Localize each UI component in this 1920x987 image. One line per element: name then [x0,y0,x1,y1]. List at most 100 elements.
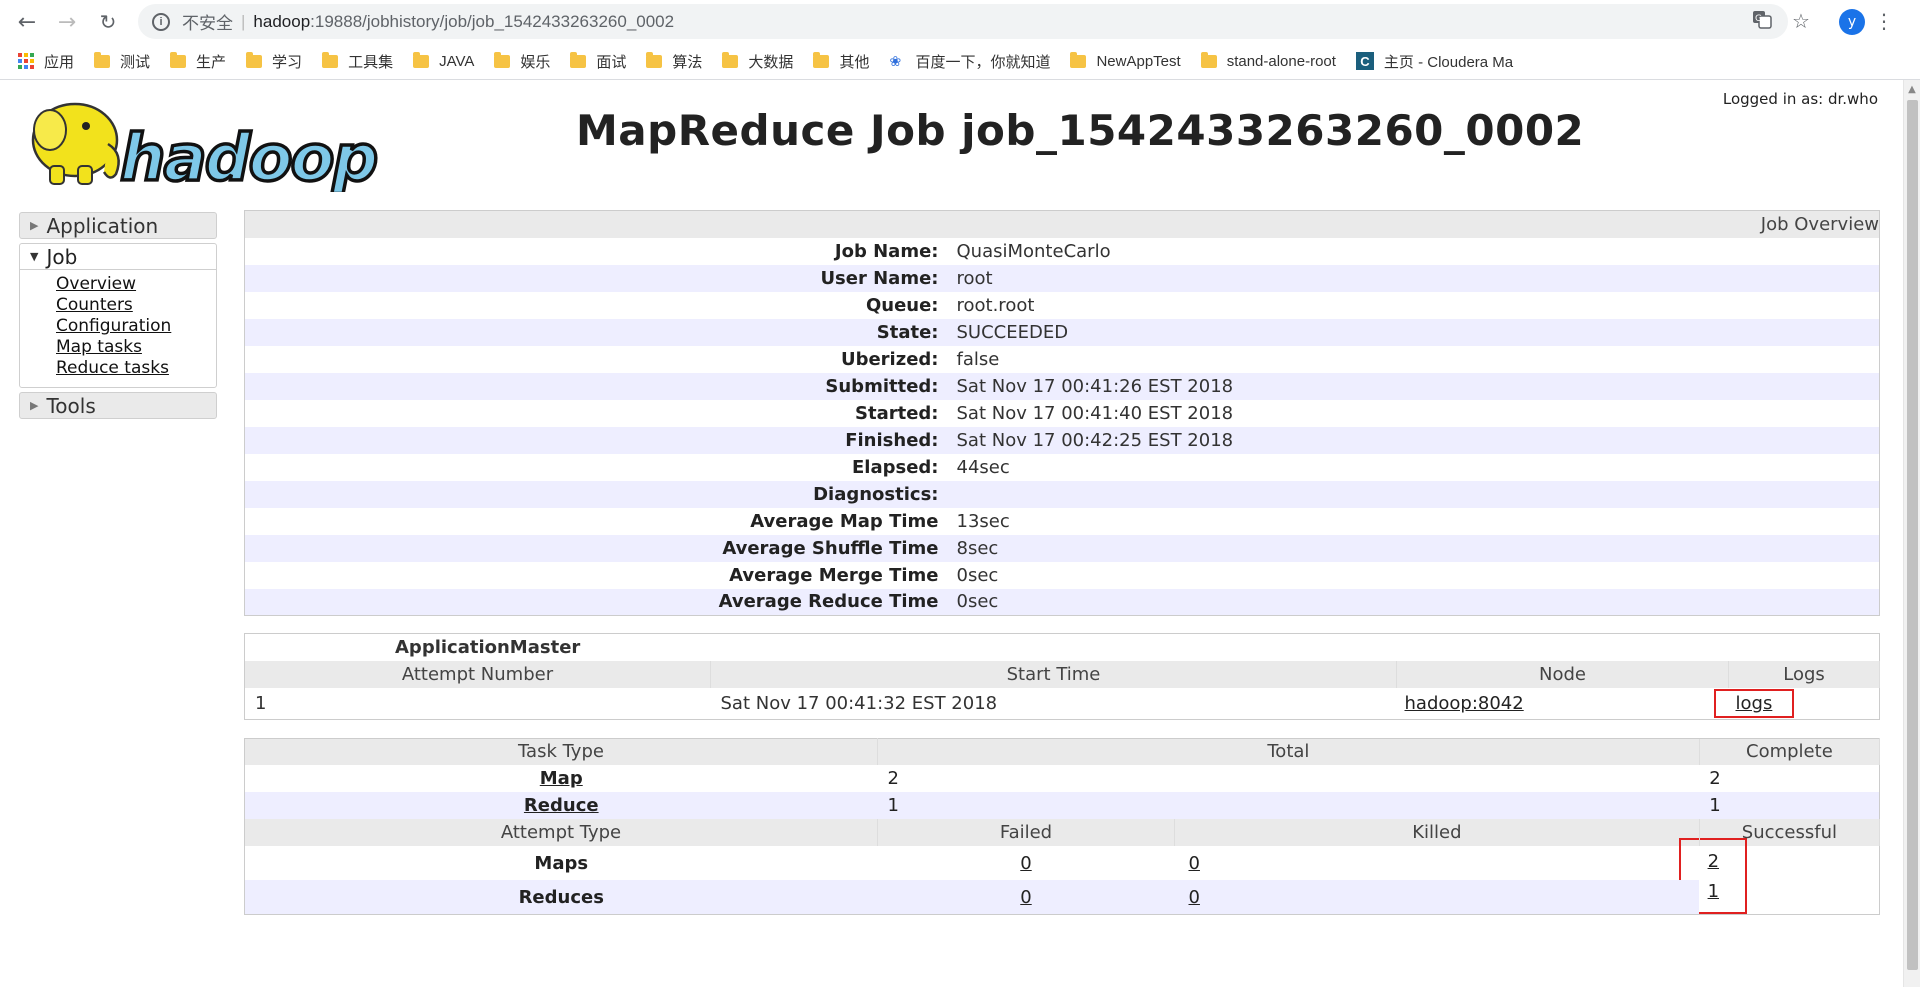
overview-value: 0sec [956,564,999,586]
folder-icon [1200,51,1217,68]
bookmark-baidu[interactable]: ❀ 百度一下，你就知道 [889,51,1050,72]
logs-link[interactable]: logs [1736,693,1773,714]
task-type-link-reduce[interactable]: Reduce [524,795,599,816]
overview-value: 0sec [956,591,999,613]
vertical-scrollbar[interactable]: ▲ [1903,80,1920,987]
overview-value: QuasiMonteCarlo [956,240,1111,262]
failed-maps-link[interactable]: 0 [1020,853,1031,874]
overview-label: Queue: [865,294,939,316]
sidebar-link-configuration[interactable]: Configuration [56,316,171,336]
bookmark-folder[interactable]: 大数据 [722,51,793,72]
bookmark-label: 学习 [272,53,303,71]
address-bar[interactable]: i 不安全 | hadoop:19888/jobhistory/job/job_… [138,4,1788,39]
overview-value: SUCCEEDED [956,321,1069,343]
overview-label: Elapsed: [851,456,939,478]
bookmark-label: 面试 [596,53,627,71]
reload-icon[interactable]: ↻ [93,7,123,37]
avatar[interactable]: y [1839,9,1865,35]
killed-reduces-link[interactable]: 0 [1189,887,1200,908]
translate-icon[interactable]: G [1752,9,1772,29]
task-type-link-map[interactable]: Map [540,768,583,789]
sidebar-section-application[interactable]: ▶ Application [19,212,217,239]
bookmark-label: NewAppTest [1096,52,1181,70]
overview-value: false [956,348,1000,370]
successful-maps-link[interactable]: 2 [1708,851,1719,872]
bookmark-folder[interactable]: 面试 [570,51,626,72]
bookmark-label: JAVA [439,52,475,70]
application-master-table: ApplicationMaster Attempt Number Start T… [244,633,1880,720]
url-separator: | [241,11,246,31]
sidebar-link-counters[interactable]: Counters [56,295,133,315]
column-header: Killed [1174,819,1700,846]
bookmark-apps[interactable]: 应用 [18,51,74,72]
bookmarks-bar: 应用 测试 生产 学习 工具集 JAVA 娱乐 面试 算法 大数据 其他 ❀ 百度… [0,43,1920,80]
sidebar-job-header[interactable]: ▼ Job [20,244,216,270]
column-header: Total [877,738,1700,765]
bookmark-label: 大数据 [748,53,794,71]
bookmark-folder[interactable]: 工具集 [322,51,393,72]
bookmark-folder[interactable]: NewAppTest [1070,51,1181,70]
logged-in-text: Logged in as: dr.who [1722,90,1878,108]
caret-down-icon: ▼ [30,250,39,263]
overview-label: Started: [855,402,939,424]
folder-icon [322,51,339,68]
bookmark-label: 应用 [44,53,75,71]
bookmark-folder[interactable]: JAVA [413,51,475,70]
folder-icon [722,51,739,68]
overview-label: Uberized: [840,348,939,370]
bookmark-folder[interactable]: stand-alone-root [1200,51,1336,70]
attempt-number: 1 [255,692,267,714]
back-icon[interactable]: ← [12,7,42,37]
folder-icon [813,51,830,68]
browser-toolbar: ← → ↻ i 不安全 | hadoop:19888/jobhistory/jo… [0,0,1920,43]
bookmark-folder[interactable]: 学习 [246,51,302,72]
folder-icon [413,51,430,68]
job-overview-table: Job Overview Job Name: QuasiMonteCarlo Us… [244,210,1880,616]
scrollbar-thumb[interactable] [1907,100,1918,970]
folder-icon [570,51,587,68]
folder-icon [1070,51,1087,68]
bookmark-folder[interactable]: 测试 [94,51,150,72]
successful-reduces-link[interactable]: 1 [1708,881,1719,902]
task-complete: 2 [1709,768,1721,789]
sidebar-link-reduce-tasks[interactable]: Reduce tasks [56,358,169,378]
bookmark-folder[interactable]: 算法 [646,51,702,72]
sidebar-link-overview[interactable]: Overview [56,274,136,294]
failed-reduces-link[interactable]: 0 [1020,887,1031,908]
killed-maps-link[interactable]: 0 [1189,853,1200,874]
menu-icon[interactable]: ⋮ [1874,9,1894,33]
attempt-type-label: Reduces [518,886,604,908]
node-link[interactable]: hadoop:8042 [1405,693,1524,714]
bookmark-label: 其他 [839,53,870,71]
baidu-paw-icon: ❀ [889,53,902,69]
bookmark-folder[interactable]: 娱乐 [494,51,550,72]
main-content: Job Overview Job Name: QuasiMonteCarlo Us… [244,210,1881,915]
url-path: :19888/jobhistory/job/job_1542433263260_… [310,11,675,31]
profile-avatar[interactable]: y [1839,9,1865,35]
info-icon[interactable]: i [152,12,170,31]
bookmark-cloudera[interactable]: C 主页 - Cloudera Ma [1355,51,1513,72]
svg-text:hadoop: hadoop [120,122,377,192]
bookmark-label: 工具集 [348,53,394,71]
caret-right-icon: ▶ [30,399,39,412]
star-icon[interactable]: ☆ [1792,9,1810,33]
overview-value: 8sec [956,537,999,559]
overview-value: root [956,267,993,289]
cloudera-icon: C [1355,52,1374,70]
overview-value: 13sec [956,510,1010,532]
sidebar-link-map-tasks[interactable]: Map tasks [56,337,142,357]
bookmark-folder[interactable]: 生产 [170,51,226,72]
forward-icon[interactable]: → [52,7,82,37]
attempt-type-label: Maps [534,852,589,874]
overview-value: Sat Nov 17 00:41:26 EST 2018 [956,375,1234,397]
sidebar-section-tools[interactable]: ▶ Tools [19,392,217,419]
column-header: Start Time [710,660,1397,688]
bookmark-folder[interactable]: 其他 [813,51,869,72]
scroll-up-arrow-icon[interactable]: ▲ [1904,84,1920,95]
overview-label: Average Merge Time [729,564,939,586]
page-content: Logged in as: dr.who hadoop Map Reduce Jo… [0,80,1920,987]
sidebar-section-label: Tools [46,393,96,418]
overview-value: Sat Nov 17 00:41:40 EST 2018 [956,402,1234,424]
job-links: Overview Counters Configuration Map task… [20,270,216,387]
folder-icon [494,51,511,68]
